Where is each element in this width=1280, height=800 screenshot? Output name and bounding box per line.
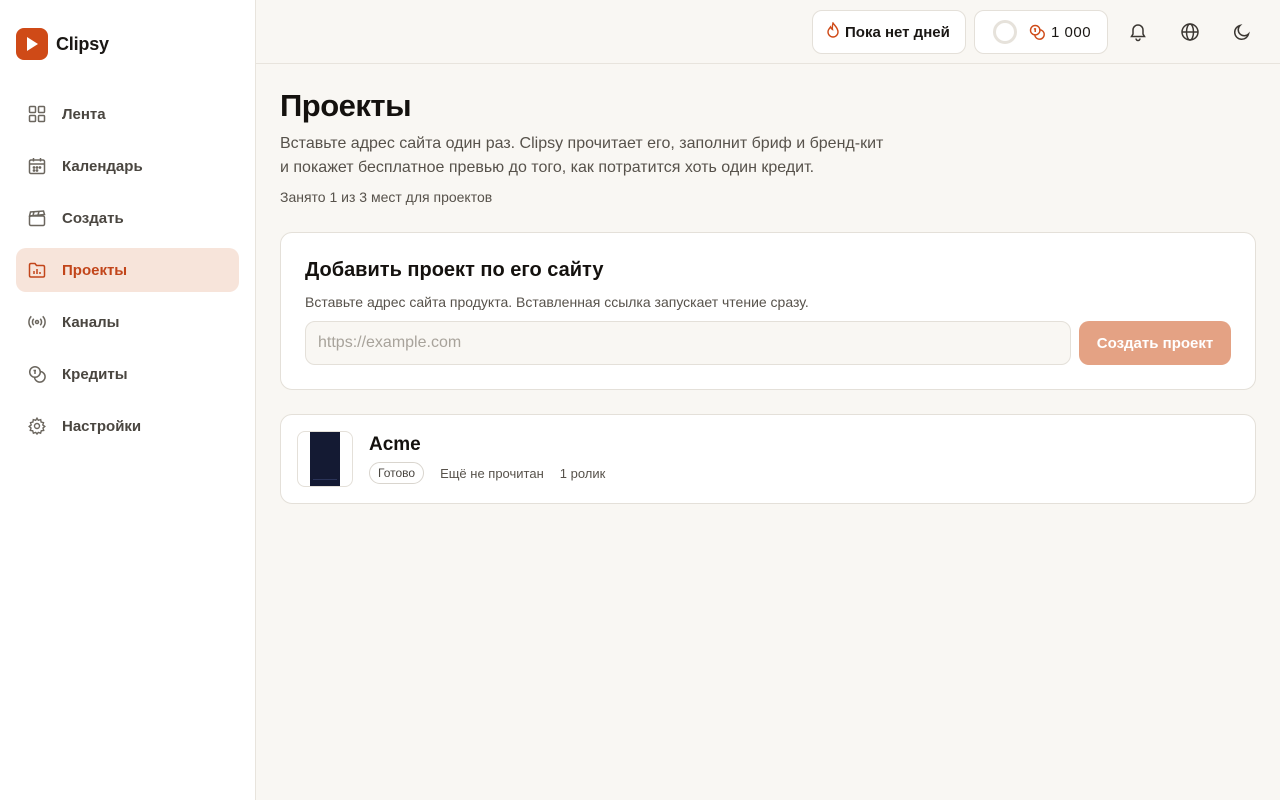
sidebar-item-settings[interactable]: Настройки xyxy=(16,404,239,448)
broadcast-icon xyxy=(28,313,46,331)
topbar: Пока нет дней 1 000 xyxy=(256,0,1280,64)
flame-icon xyxy=(826,20,840,43)
moon-icon[interactable] xyxy=(1228,18,1256,46)
add-project-card: Добавить проект по его сайту Вставьте ад… xyxy=(280,232,1256,390)
sidebar-item-label: Настройки xyxy=(62,417,142,435)
project-slots-info: Занято 1 из 3 мест для проектов xyxy=(280,189,493,205)
progress-ring-icon xyxy=(993,20,1017,44)
streak-button[interactable]: Пока нет дней xyxy=(812,10,966,54)
play-logo-icon xyxy=(16,28,48,60)
sidebar-item-label: Проекты xyxy=(62,261,128,279)
add-project-title: Добавить проект по его сайту xyxy=(305,259,604,281)
sidebar-item-label: Создать xyxy=(62,209,124,227)
page-title: Проекты xyxy=(280,88,412,123)
coins-icon xyxy=(28,365,46,383)
sidebar-item-calendar[interactable]: Календарь xyxy=(16,144,239,188)
project-thumbnail xyxy=(297,431,353,487)
clapperboard-icon xyxy=(28,209,46,227)
sidebar-item-label: Лента xyxy=(62,105,106,123)
streak-label: Пока нет дней xyxy=(845,23,950,41)
read-state: Ещё не прочитан xyxy=(440,465,544,481)
project-preview-image xyxy=(310,432,340,486)
add-project-subtitle: Вставьте адрес сайта продукта. Вставленн… xyxy=(305,294,809,310)
create-project-button[interactable]: Создать проект xyxy=(1079,321,1231,365)
clips-count: 1 ролик xyxy=(559,465,606,481)
globe-icon[interactable] xyxy=(1176,18,1204,46)
page-description-line: и покажет бесплатное превью до того, как… xyxy=(280,159,815,176)
sidebar-item-projects[interactable]: Проекты xyxy=(16,248,239,292)
sidebar: Clipsy Лента Календарь Создать Проекты К… xyxy=(0,0,256,800)
sidebar-item-feed[interactable]: Лента xyxy=(16,92,239,136)
folder-chart-icon xyxy=(28,261,46,279)
coins-icon xyxy=(1029,24,1045,40)
project-card[interactable]: Acme Готово Ещё не прочитан 1 ролик xyxy=(280,414,1256,504)
credits-button[interactable]: 1 000 xyxy=(974,10,1108,54)
sidebar-item-channels[interactable]: Каналы xyxy=(16,300,239,344)
page-description-line: Вставьте адрес сайта один раз. Clipsy пр… xyxy=(280,135,884,152)
bell-icon[interactable] xyxy=(1124,18,1152,46)
status-badge: Готово xyxy=(369,462,425,484)
sidebar-item-create[interactable]: Создать xyxy=(16,196,239,240)
project-meta: Готово Ещё не прочитан 1 ролик xyxy=(369,462,605,484)
sidebar-item-label: Каналы xyxy=(62,313,120,331)
sidebar-item-label: Кредиты xyxy=(62,365,128,383)
project-name: Acme xyxy=(369,434,421,455)
sidebar-nav: Лента Календарь Создать Проекты Каналы К… xyxy=(16,92,239,456)
brand[interactable]: Clipsy xyxy=(16,28,109,60)
grid-icon xyxy=(28,105,46,123)
page-description: Вставьте адрес сайта один раз. Clipsy пр… xyxy=(280,132,980,180)
brand-name: Clipsy xyxy=(56,33,109,54)
sidebar-item-credits[interactable]: Кредиты xyxy=(16,352,239,396)
website-url-input[interactable] xyxy=(305,321,1071,365)
gear-icon xyxy=(28,417,46,435)
credits-value: 1 000 xyxy=(1051,23,1092,41)
sidebar-item-label: Календарь xyxy=(62,157,143,175)
calendar-icon xyxy=(28,157,46,175)
